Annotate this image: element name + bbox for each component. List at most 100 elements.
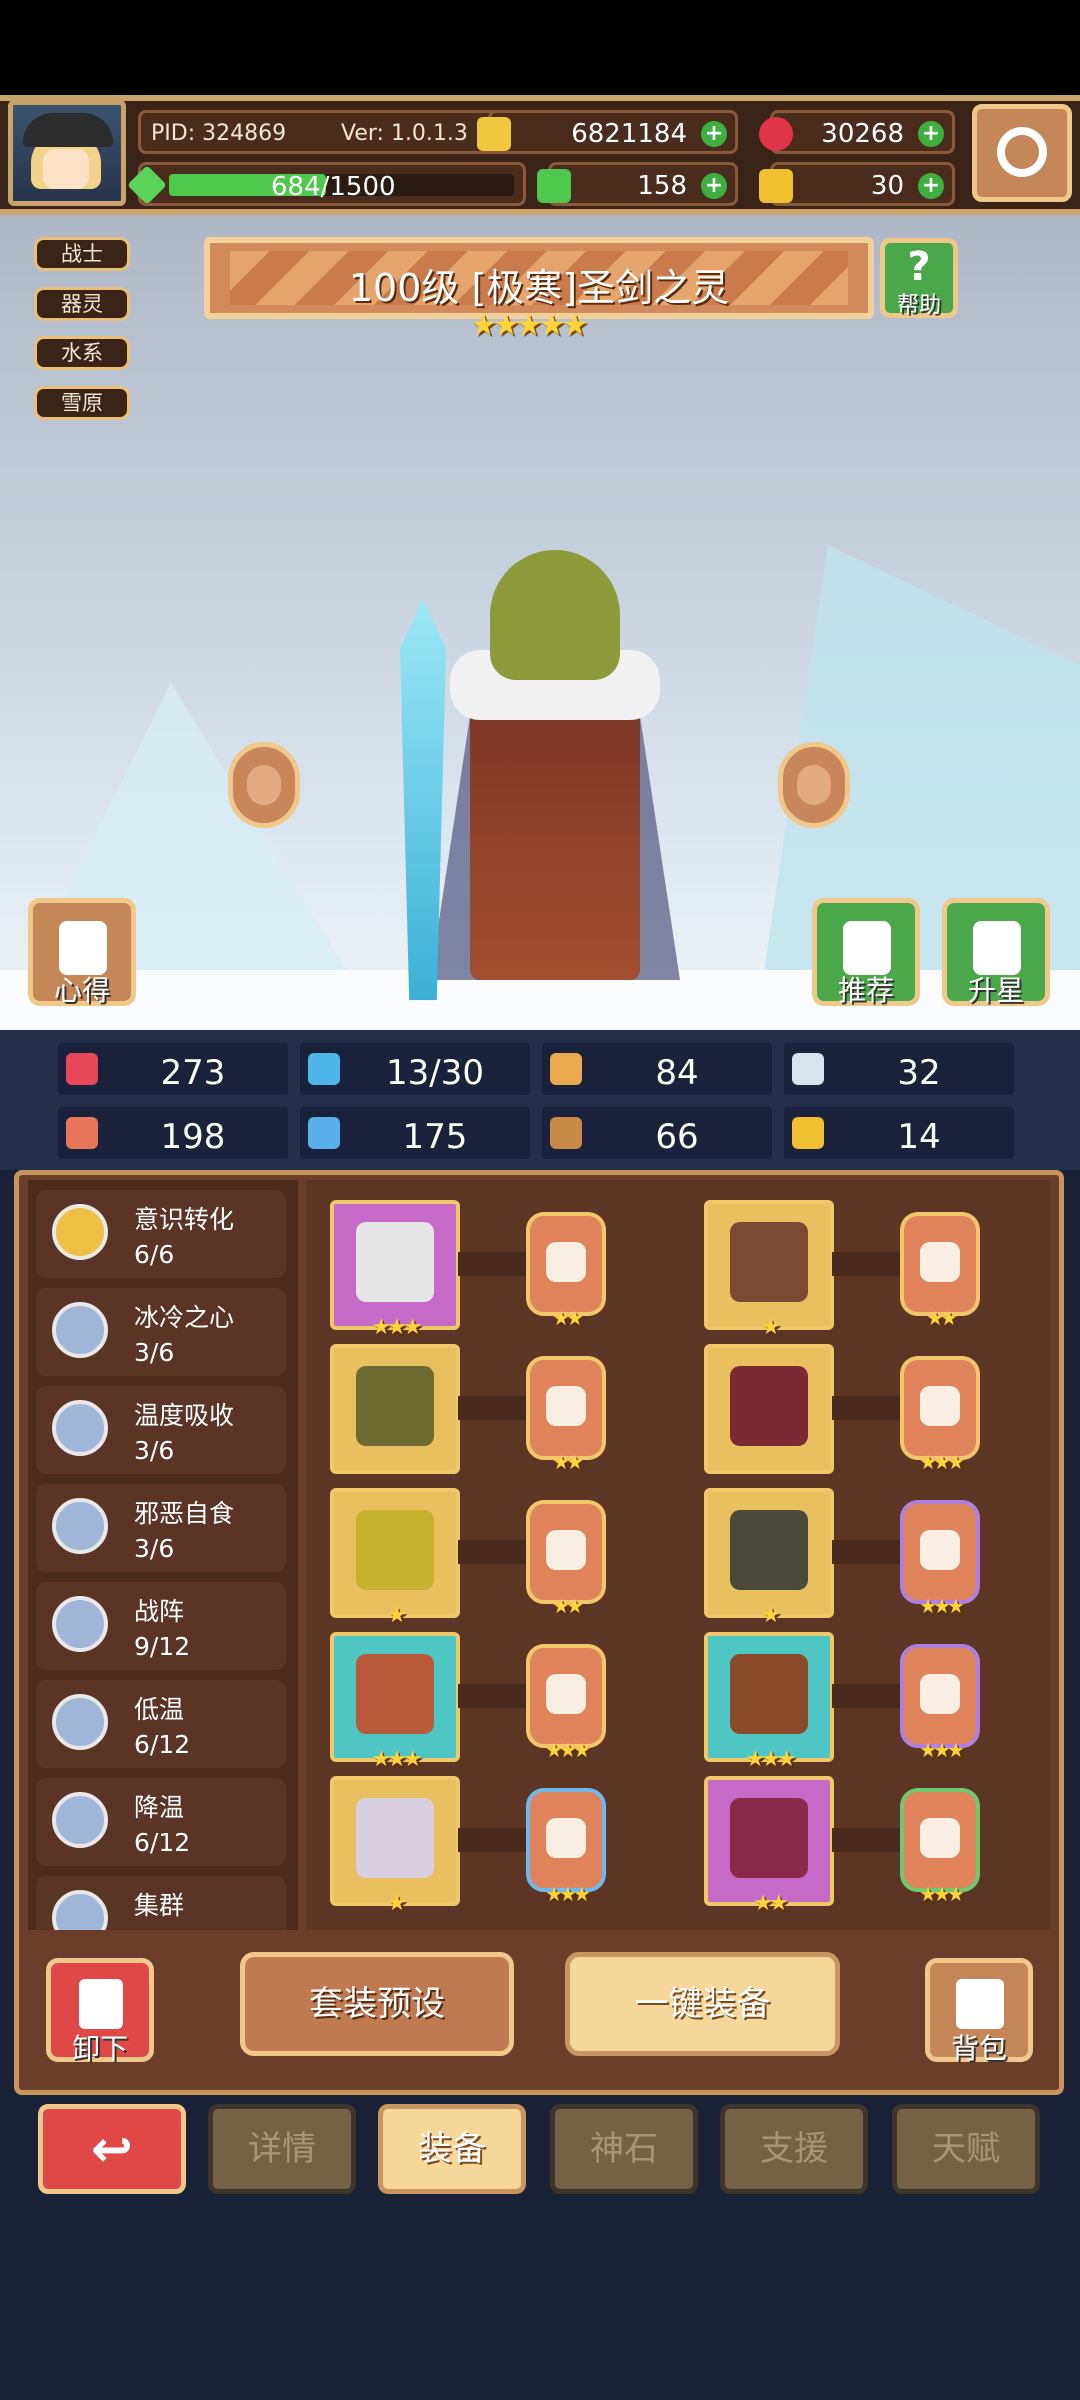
- clover-value: 158: [637, 171, 687, 201]
- equipment-slot[interactable]: ★★★: [330, 1632, 460, 1772]
- question-icon: ?: [907, 244, 931, 290]
- add-gem-button[interactable]: +: [918, 121, 944, 147]
- help-button[interactable]: ? 帮助: [880, 238, 958, 318]
- tab-support[interactable]: 支援: [720, 2104, 868, 2194]
- add-clover-button[interactable]: +: [701, 173, 727, 199]
- rune-stars: ★★★: [919, 1738, 965, 1762]
- tab-divine-stone[interactable]: 神石: [550, 2104, 698, 2194]
- set-skill-item[interactable]: 邪恶自食 3/6: [36, 1484, 286, 1572]
- equipment-slot[interactable]: ★: [330, 1776, 460, 1916]
- set-preset-button[interactable]: 套装预设: [240, 1952, 514, 2056]
- game-version: Ver: 1.0.1.3: [341, 121, 468, 146]
- left-arrow-icon: [247, 765, 281, 805]
- unequip-button[interactable]: 卸下: [46, 1958, 154, 2065]
- stat-horseshoe: 14: [784, 1107, 1014, 1159]
- red-gem-icon: [759, 117, 793, 151]
- equipment-item-icon: [730, 1366, 808, 1446]
- rune-slot[interactable]: ★★: [900, 1212, 980, 1330]
- tab-talent[interactable]: 天赋: [892, 2104, 1040, 2194]
- rune-slot[interactable]: ★★★: [526, 1644, 606, 1762]
- rune-stars: ★★: [926, 1306, 958, 1330]
- add-key-button[interactable]: +: [918, 173, 944, 199]
- skill-name: 冰冷之心: [134, 1303, 235, 1332]
- tab-details[interactable]: 详情: [208, 2104, 356, 2194]
- bag-button[interactable]: 背包: [925, 1958, 1033, 2065]
- slot-connector: [832, 1396, 900, 1420]
- skill-name: 战阵: [134, 1597, 185, 1626]
- stat-value: 14: [897, 1117, 941, 1157]
- hero-star-rating: ★★★★★: [470, 308, 588, 343]
- slot-connector: [832, 1684, 900, 1708]
- set-skill-item[interactable]: 降温 6/12: [36, 1778, 286, 1866]
- skill-count: 3/6: [134, 1338, 175, 1367]
- hero-helmet: [490, 550, 620, 680]
- skill-count: 3/6: [134, 1436, 175, 1465]
- equipment-slot[interactable]: [704, 1344, 834, 1474]
- equipment-slot[interactable]: [330, 1344, 460, 1474]
- equipment-slot[interactable]: ★: [704, 1200, 834, 1340]
- equipment-item-icon: [730, 1510, 808, 1590]
- gear-icon: [997, 127, 1047, 177]
- rune-slot[interactable]: ★★: [526, 1356, 606, 1474]
- set-skill-item[interactable]: 温度吸收 3/6: [36, 1386, 286, 1474]
- rune-slot[interactable]: ★★★: [900, 1356, 980, 1474]
- player-id: PID: 324869: [151, 121, 287, 146]
- skill-count: 9/12: [134, 1632, 191, 1661]
- rune-icon: [546, 1530, 586, 1570]
- star-up-button[interactable]: 升星: [942, 898, 1050, 1007]
- stat-value: 273: [160, 1053, 226, 1093]
- gem-counter: 30268 +: [759, 110, 955, 154]
- rune-icon: [920, 1674, 960, 1714]
- equipment-slot[interactable]: ★★★: [704, 1632, 834, 1772]
- skill-count: 3/6: [134, 1534, 175, 1563]
- equipment-slot[interactable]: ★★★: [330, 1200, 460, 1340]
- equip-all-button[interactable]: 一键装备: [565, 1952, 840, 2056]
- equipment-slot[interactable]: ★: [704, 1488, 834, 1628]
- stat-wing: 32: [784, 1043, 1014, 1095]
- rune-slot[interactable]: ★★★: [900, 1788, 980, 1906]
- equipment-slot[interactable]: ★: [330, 1488, 460, 1628]
- book-icon: [308, 1117, 340, 1149]
- rune-slot[interactable]: ★★: [526, 1500, 606, 1618]
- slot-connector: [458, 1828, 526, 1852]
- set-skills-list[interactable]: 意识转化 6/6 冰冷之心 3/6 温度吸收 3/6 邪恶自食 3/6 战阵 9/12 低温 6/12…: [28, 1180, 298, 1930]
- notes-button[interactable]: 心得: [28, 898, 136, 1007]
- set-skill-item[interactable]: 冰冷之心 3/6: [36, 1288, 286, 1376]
- rune-icon: [546, 1386, 586, 1426]
- set-skill-item[interactable]: 意识转化 6/6: [36, 1190, 286, 1278]
- equipment-stars: ★: [761, 1315, 781, 1340]
- add-gold-button[interactable]: +: [701, 121, 727, 147]
- set-skill-item[interactable]: 战阵 9/12: [36, 1582, 286, 1670]
- thumbs-up-icon: [843, 921, 891, 975]
- previous-hero-button[interactable]: [228, 742, 300, 828]
- equipment-slot[interactable]: ★★: [704, 1776, 834, 1916]
- boot-icon: [550, 1117, 582, 1149]
- rune-slot[interactable]: ★★: [526, 1212, 606, 1330]
- settings-button[interactable]: [972, 104, 1072, 202]
- rune-slot[interactable]: ★★★: [900, 1500, 980, 1618]
- unequip-label: 卸下: [71, 2032, 128, 2065]
- equipment-stars: ★★★: [745, 1747, 796, 1772]
- rune-icon: [546, 1818, 586, 1858]
- equipment-item-icon: [730, 1222, 808, 1302]
- equipment-stars: ★★★: [371, 1747, 422, 1772]
- hero-character: [330, 530, 760, 1030]
- tab-equipment[interactable]: 装备: [378, 2104, 526, 2194]
- stat-boot: 66: [542, 1107, 772, 1159]
- set-skill-item[interactable]: 集群: [36, 1876, 286, 1930]
- skill-count: 6/12: [134, 1828, 191, 1857]
- recommend-button[interactable]: 推荐: [812, 898, 920, 1007]
- stat-shield: 84: [542, 1043, 772, 1095]
- stat-value: 198: [160, 1117, 226, 1157]
- stat-value: 66: [655, 1117, 699, 1157]
- player-avatar[interactable]: [8, 100, 126, 206]
- unequip-arrow-icon: [79, 1979, 123, 2029]
- hero-title-plate: 100级 [极寒]圣剑之灵: [204, 237, 874, 319]
- rune-slot[interactable]: ★★★: [900, 1644, 980, 1762]
- fist-icon: [66, 1117, 98, 1149]
- help-label: 帮助: [896, 293, 941, 318]
- next-hero-button[interactable]: [778, 742, 850, 828]
- rune-slot[interactable]: ★★★: [526, 1788, 606, 1906]
- back-button[interactable]: ↩: [38, 2104, 186, 2194]
- set-skill-item[interactable]: 低温 6/12: [36, 1680, 286, 1768]
